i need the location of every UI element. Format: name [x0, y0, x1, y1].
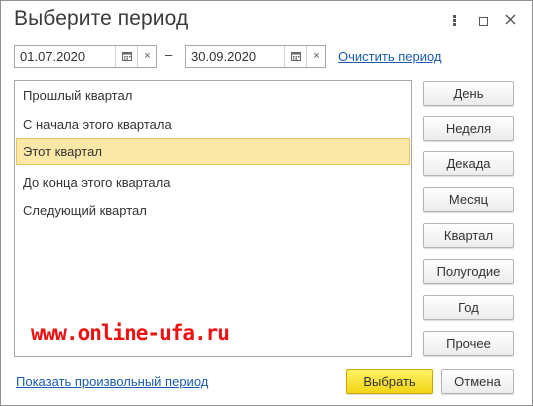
clear-period-link[interactable]: Очистить период: [338, 49, 442, 64]
select-button[interactable]: Выбрать: [346, 369, 433, 394]
quarter-button[interactable]: Квартал: [423, 223, 514, 248]
end-date-field: ×: [185, 45, 326, 68]
more-vertical-icon[interactable]: [445, 10, 463, 30]
date-separator: –: [165, 47, 173, 62]
clear-end-date-button[interactable]: ×: [306, 46, 326, 67]
year-button[interactable]: Год: [423, 295, 514, 320]
close-icon[interactable]: [502, 10, 520, 30]
day-button[interactable]: День: [423, 81, 514, 106]
list-item-selected[interactable]: Этот квартал: [16, 138, 410, 165]
start-date-field: ×: [14, 45, 157, 68]
list-item[interactable]: До конца этого квартала: [16, 169, 410, 196]
half-year-button[interactable]: Полугодие: [423, 259, 514, 284]
calendar-icon[interactable]: [284, 46, 306, 67]
dialog-title: Выберите период: [14, 7, 189, 30]
watermark-text: www.online-ufa.ru: [31, 321, 230, 345]
show-custom-period-link[interactable]: Показать произвольный период: [16, 374, 208, 389]
maximize-icon[interactable]: [474, 10, 492, 30]
list-item[interactable]: С начала этого квартала: [16, 111, 410, 138]
list-item[interactable]: Прошлый квартал: [16, 82, 410, 109]
clear-start-date-button[interactable]: ×: [137, 46, 157, 67]
cancel-button[interactable]: Отмена: [441, 369, 514, 394]
start-date-input[interactable]: [15, 46, 115, 67]
other-button[interactable]: Прочее: [423, 331, 514, 356]
month-button[interactable]: Месяц: [423, 187, 514, 212]
period-preset-list: Прошлый квартал С начала этого квартала …: [14, 80, 412, 357]
period-dialog: Выберите период × –: [0, 0, 533, 406]
calendar-icon[interactable]: [115, 46, 137, 67]
week-button[interactable]: Неделя: [423, 116, 514, 141]
end-date-input[interactable]: [186, 46, 286, 67]
decade-button[interactable]: Декада: [423, 151, 514, 176]
list-item[interactable]: Следующий квартал: [16, 197, 410, 224]
